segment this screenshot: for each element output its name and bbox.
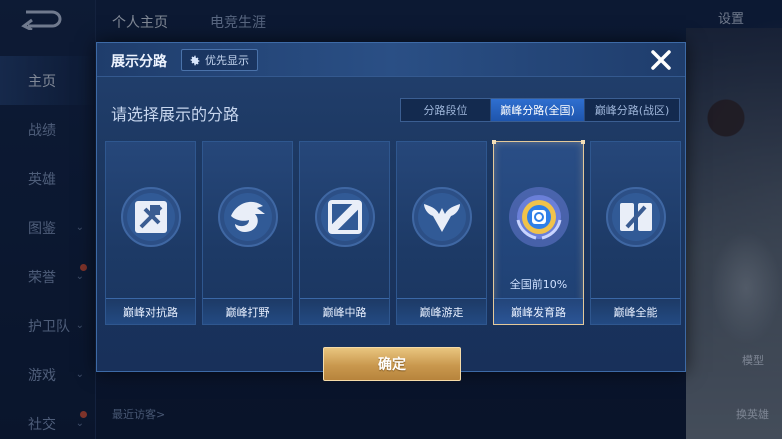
lane-card[interactable]: 巅峰打野 [202, 141, 293, 325]
segment-tab[interactable]: 分路段位 [401, 99, 491, 121]
lane-card[interactable]: 巅峰游走 [396, 141, 487, 325]
all-round-icon [606, 187, 666, 247]
marksman-emblem-icon [509, 187, 569, 247]
lane-card-label: 巅峰全能 [591, 298, 680, 324]
wings-icon [412, 187, 472, 247]
close-button[interactable] [647, 46, 675, 74]
mode-segmented-control: 分路段位 巅峰分路(全国) 巅峰分路(战区) [400, 98, 680, 122]
mid-lane-icon [315, 187, 375, 247]
lane-card-label: 巅峰发育路 [494, 298, 583, 324]
segment-tab[interactable]: 巅峰分路(战区) [585, 99, 679, 121]
swords-shield-icon [121, 187, 181, 247]
lane-card[interactable]: 巅峰中路 [299, 141, 390, 325]
gear-icon [190, 55, 200, 65]
dialog-title: 展示分路 [111, 54, 167, 70]
dragon-icon [218, 187, 278, 247]
lane-card-label: 巅峰中路 [300, 298, 389, 324]
lane-card-label: 巅峰对抗路 [106, 298, 195, 324]
selection-corner [581, 140, 585, 144]
lane-card[interactable]: 巅峰全能 [590, 141, 681, 325]
close-icon [651, 50, 671, 70]
confirm-button[interactable]: 确定 [323, 347, 461, 381]
lane-card-list: 巅峰对抗路 巅峰打野 巅峰中路 巅峰游走 全国前10% 巅峰发育路 巅峰全能 [105, 140, 681, 325]
segment-tab[interactable]: 巅峰分路(全国) [491, 99, 585, 121]
lane-card-label: 巅峰打野 [203, 298, 292, 324]
lane-card[interactable]: 巅峰对抗路 [105, 141, 196, 325]
preference-label: 优先显示 [205, 54, 249, 67]
preference-button[interactable]: 优先显示 [181, 49, 258, 71]
lane-display-dialog: 展示分路 优先显示 请选择展示的分路 分路段位 巅峰分路(全国) 巅峰分路(战区) … [96, 42, 686, 381]
dialog-subtitle: 请选择展示的分路 [111, 105, 240, 124]
rank-text: 全国前10% [509, 278, 568, 291]
selection-corner [492, 140, 496, 144]
lane-card-label: 巅峰游走 [397, 298, 486, 324]
dialog-header: 展示分路 优先显示 [97, 43, 685, 77]
lane-card[interactable]: 全国前10% 巅峰发育路 [492, 140, 585, 325]
